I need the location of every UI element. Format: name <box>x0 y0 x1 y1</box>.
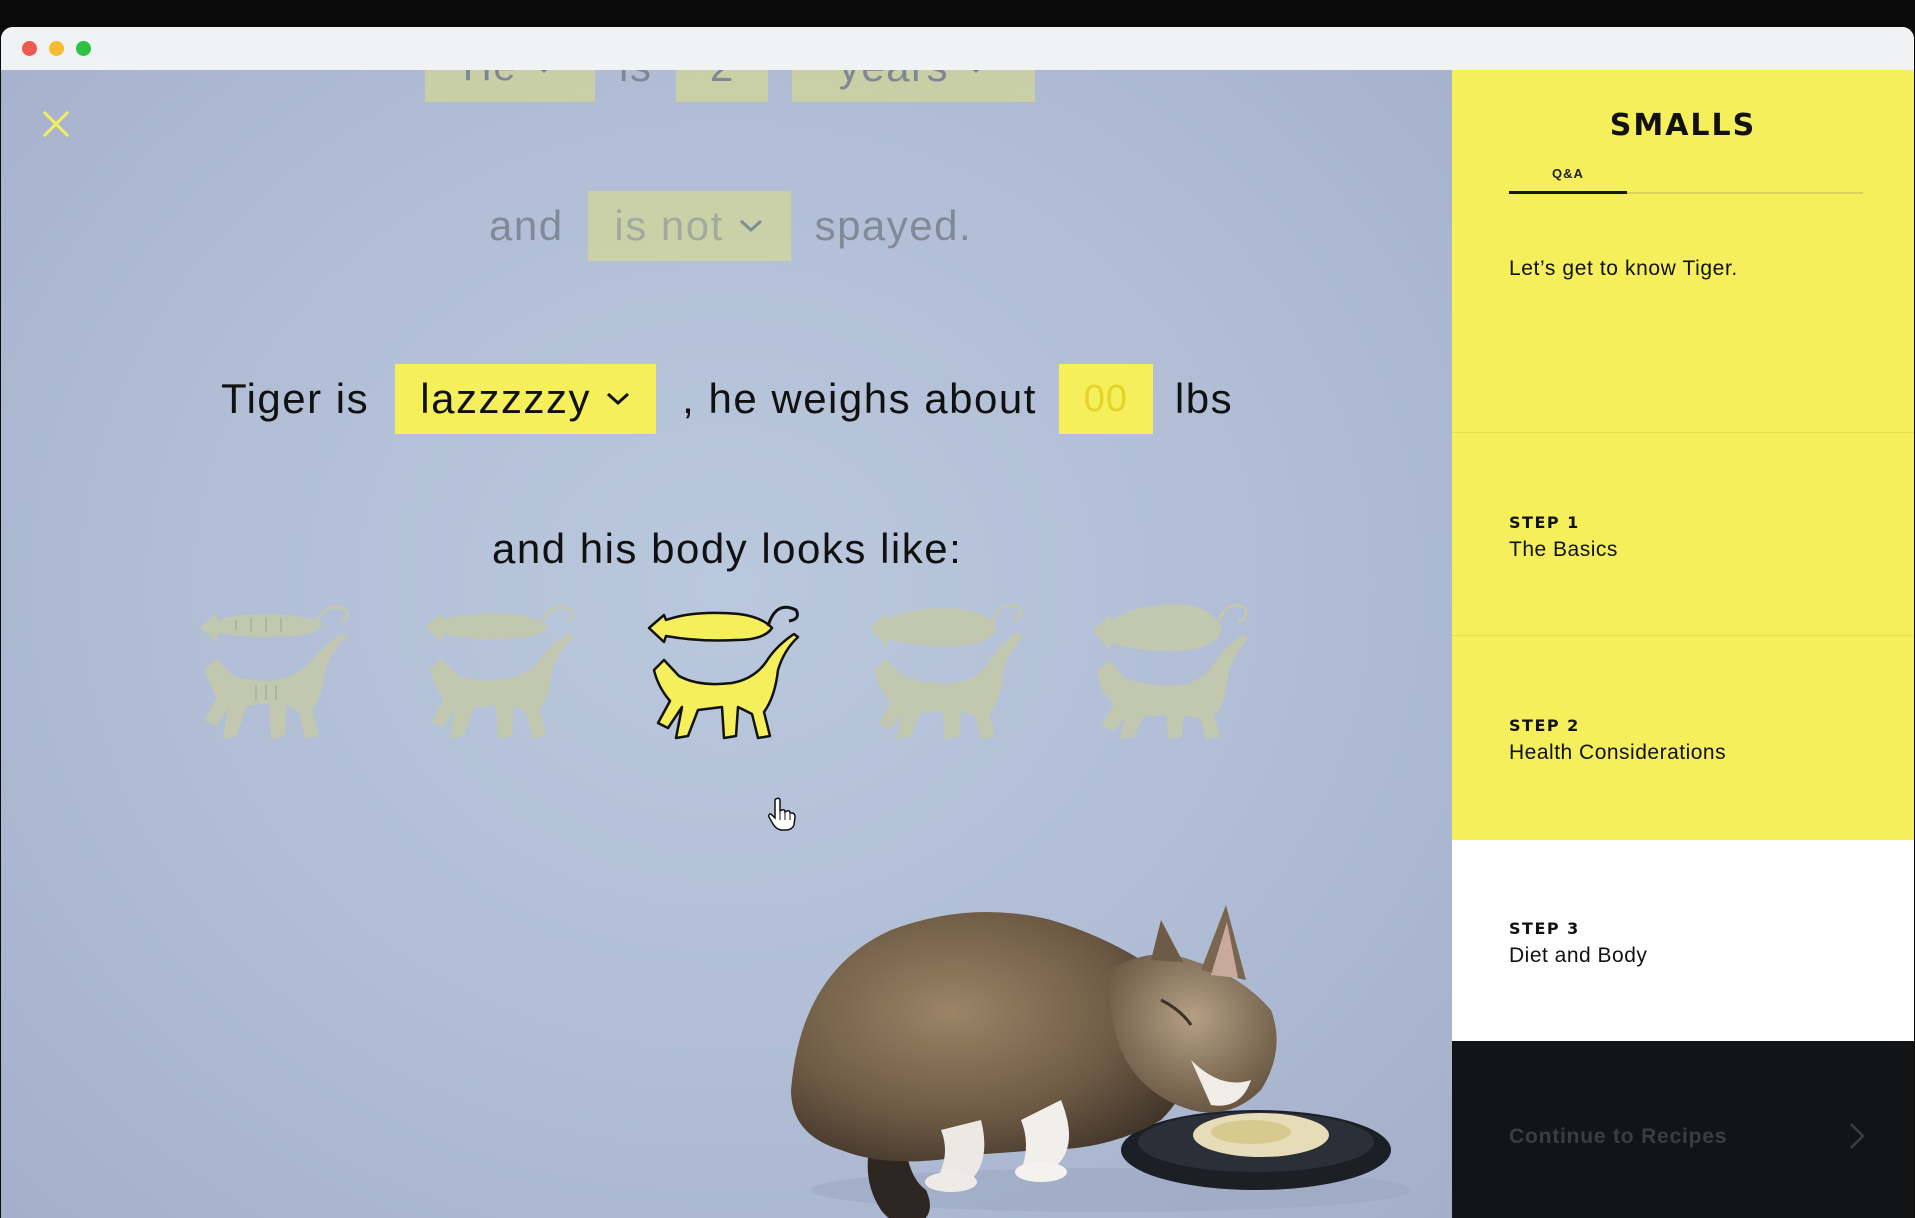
step-2-health[interactable]: STEP 2 Health Considerations <box>1452 637 1914 838</box>
spay-status-select[interactable]: is not <box>587 191 791 261</box>
heavy-cat-icon <box>1092 603 1249 740</box>
prior-question-spayed: and is not spayed. <box>489 191 972 261</box>
activity-level-select[interactable]: lazzzzzy <box>395 364 657 434</box>
weight-prompt: , he weighs about <box>682 375 1037 422</box>
thin-cat-icon <box>424 605 576 740</box>
step-1-the-basics[interactable]: STEP 1 The Basics <box>1452 434 1914 635</box>
age-value: 2 <box>710 70 735 91</box>
smalls-logo: SMALLS <box>1609 108 1757 143</box>
chevron-down-icon <box>972 70 980 74</box>
sidebar: SMALLS Q&A Let’s get to know Tiger. STEP… <box>1452 70 1914 1218</box>
chevron-down-icon <box>739 219 762 233</box>
progress-tabs: Q&A <box>1509 166 1863 196</box>
weight-unit-label: lbs <box>1174 375 1234 422</box>
step-number: STEP 3 <box>1509 919 1580 938</box>
question-prefix: Tiger is <box>221 375 370 422</box>
window-minimize-button[interactable] <box>49 41 64 56</box>
step-number: STEP 2 <box>1509 716 1580 735</box>
weight-input[interactable] <box>1058 364 1153 434</box>
age-unit-value: years <box>839 70 949 91</box>
activity-level-value: lazzzzzy <box>420 375 591 422</box>
continue-to-recipes-button[interactable]: Continue to Recipes <box>1452 1041 1914 1218</box>
ideal-cat-icon <box>647 605 800 740</box>
very-thin-cat-icon <box>199 605 350 740</box>
questionnaire-panel: He is 2 years and is not spayed. Tiger i… <box>1 70 1452 1218</box>
chubby-cat-icon <box>869 603 1024 740</box>
chevron-right-icon <box>1850 1123 1865 1149</box>
browser-window: He is 2 years and is not spayed. Tiger i… <box>1 27 1914 1218</box>
window-close-button[interactable] <box>22 41 37 56</box>
body-type-thin[interactable] <box>421 590 581 770</box>
body-type-very-thin[interactable] <box>196 590 356 770</box>
tab-2-indicator <box>1627 192 1745 194</box>
pronoun-value: He <box>463 70 517 90</box>
age-unit-select[interactable]: years <box>792 70 1036 102</box>
tab-qa-indicator <box>1509 191 1627 194</box>
body-prompt: and his body looks like: <box>492 525 962 573</box>
body-type-selector <box>196 590 1256 790</box>
body-type-chubby[interactable] <box>866 590 1026 770</box>
and-label: and <box>489 202 564 249</box>
intro-text: Let’s get to know Tiger. <box>1509 257 1738 280</box>
body-prompt-text: and his body looks like: <box>492 525 963 572</box>
kitten-eating-photo <box>721 850 1421 1218</box>
step-title: The Basics <box>1509 538 1618 561</box>
pronoun-select[interactable]: He <box>425 70 595 102</box>
body-type-ideal[interactable] <box>644 590 804 770</box>
prior-question-age: He is 2 years <box>425 70 1036 102</box>
step-title: Health Considerations <box>1509 741 1727 764</box>
divider <box>1452 635 1914 636</box>
step-3-diet-and-body[interactable]: STEP 3 Diet and Body <box>1452 840 1914 1041</box>
body-type-heavy[interactable] <box>1089 590 1249 770</box>
is-label: is <box>619 70 652 91</box>
window-titlebar <box>1 27 1914 70</box>
weight-input-wrap <box>1058 364 1153 434</box>
spay-status-value: is not <box>614 202 724 249</box>
chevron-down-icon <box>606 392 629 406</box>
continue-label: Continue to Recipes <box>1509 1125 1728 1148</box>
step-title: Diet and Body <box>1509 944 1648 967</box>
hand-pointer-icon <box>767 796 797 837</box>
chevron-down-icon <box>540 70 548 74</box>
close-icon[interactable] <box>39 107 73 141</box>
tab-3-indicator <box>1745 192 1863 194</box>
age-input[interactable]: 2 <box>676 70 769 102</box>
spayed-label: spayed. <box>814 202 973 249</box>
step-number: STEP 1 <box>1509 513 1580 532</box>
window-zoom-button[interactable] <box>76 41 91 56</box>
activity-weight-question: Tiger is lazzzzzy , he weighs about lbs <box>221 364 1233 434</box>
tab-qa[interactable]: Q&A <box>1509 166 1627 181</box>
divider <box>1452 432 1914 433</box>
